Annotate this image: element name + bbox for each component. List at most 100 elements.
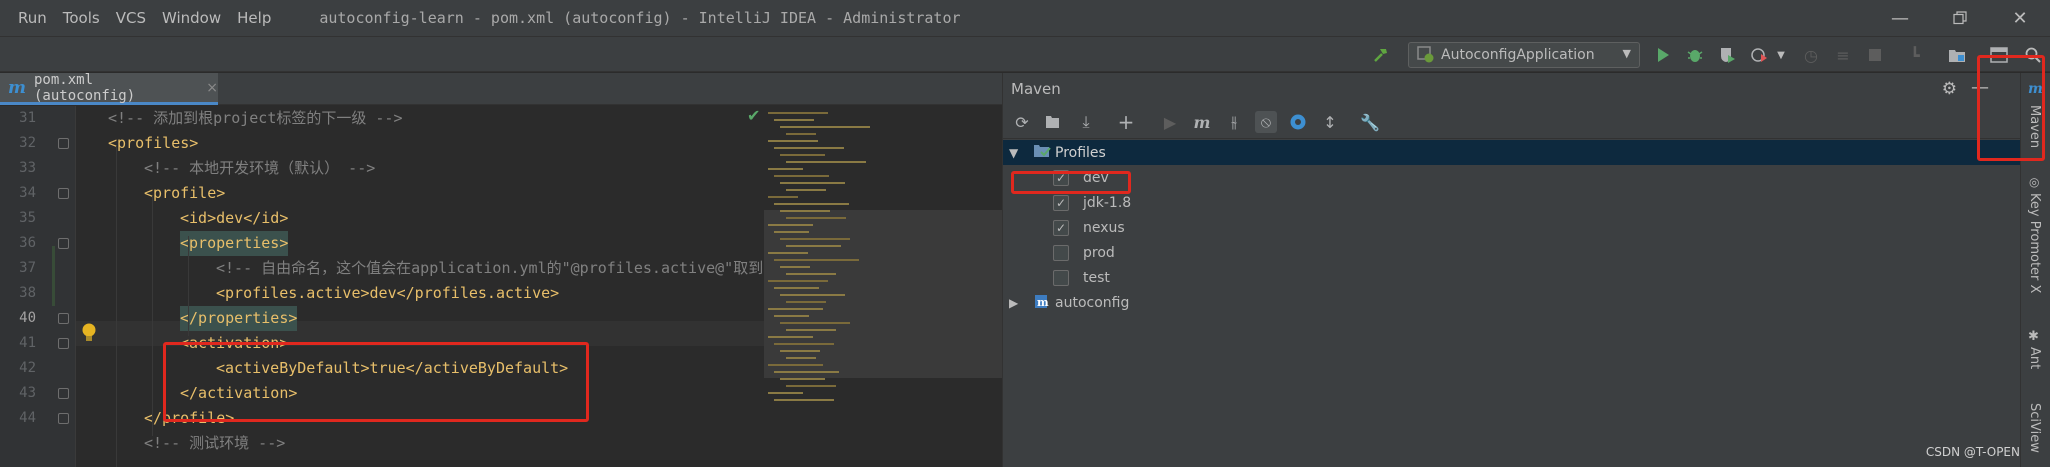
minimap-stroke: [768, 308, 823, 310]
minimap-stroke: [786, 189, 826, 191]
attach-debugger-icon[interactable]: ◷: [1800, 44, 1822, 66]
profile-prod-checkbox[interactable]: [1053, 244, 1069, 261]
stripe-key-promoter[interactable]: Key Promoter X: [2027, 193, 2042, 293]
minimap-stroke: [786, 273, 836, 275]
fold-marker-icon[interactable]: [58, 238, 69, 249]
code-line: 31 <!-- 添加到根project标签的下一级 -->: [0, 106, 760, 131]
tab-pom-xml[interactable]: m pom.xml (autoconfig) ×: [0, 72, 218, 105]
fold-marker-icon[interactable]: [58, 313, 69, 324]
line-number: 44: [19, 410, 36, 426]
project-structure-icon[interactable]: [1946, 44, 1968, 66]
title-bar: Run Tools VCS Window Help autoconfig-lea…: [0, 0, 2050, 36]
menu-window[interactable]: Window: [154, 9, 229, 27]
show-dependencies-icon[interactable]: [1287, 111, 1309, 133]
fold-marker-icon[interactable]: [58, 338, 69, 349]
minimap-stroke: [768, 168, 803, 170]
watermark: CSDN @T-OPEN: [1925, 445, 2020, 459]
minimap-stroke: [768, 196, 798, 198]
inspection-ok-icon[interactable]: ✔: [747, 106, 760, 125]
run-configuration-select[interactable]: AutoconfigApplication ▼: [1408, 42, 1640, 68]
window-title: autoconfig-learn - pom.xml (autoconfig) …: [319, 9, 961, 27]
window-controls: — ✕: [1870, 0, 2050, 36]
profile-test[interactable]: test: [1003, 265, 2021, 290]
menu-vcs[interactable]: VCS: [108, 9, 154, 27]
profile-jdk-label: jdk-1.8: [1083, 194, 1132, 211]
code-line: 35 <id>dev</id>: [0, 206, 760, 231]
line-number: 42: [19, 360, 36, 376]
profile-jdk[interactable]: ✓ jdk-1.8: [1003, 190, 2021, 215]
close-icon[interactable]: ×: [206, 80, 218, 96]
minimap-stroke: [774, 119, 814, 121]
fold-marker-icon[interactable]: [58, 138, 69, 149]
build-hammer-icon[interactable]: [1370, 44, 1392, 66]
minimap-stroke: [774, 287, 819, 289]
toggle-offline-icon[interactable]: ⫳: [1223, 111, 1245, 133]
profiles-icon: [1033, 143, 1053, 163]
lightbulb-icon[interactable]: [80, 322, 98, 344]
coverage-icon[interactable]: [1716, 44, 1738, 66]
add-maven-projects-icon[interactable]: [1043, 111, 1065, 133]
maven-title: Maven: [1011, 80, 1061, 98]
restore-icon[interactable]: [1930, 0, 1990, 36]
profile-nexus[interactable]: ✓ nexus: [1003, 215, 2021, 240]
expand-arrow-icon[interactable]: ▶: [1009, 296, 1023, 310]
run-icon[interactable]: [1652, 44, 1674, 66]
profile-run-icon[interactable]: [1748, 44, 1770, 66]
minimap-stroke: [768, 280, 828, 282]
tree-node-autoconfig[interactable]: ▶ m autoconfig: [1003, 290, 2021, 315]
minimap-stroke: [774, 343, 834, 345]
minimize-icon[interactable]: —: [1870, 0, 1930, 36]
maven-file-icon: m: [8, 77, 26, 98]
reload-icon[interactable]: ⟳: [1011, 111, 1033, 133]
menu-bar: Run Tools VCS Window Help: [0, 9, 279, 27]
tree-node-profiles[interactable]: ▼ Profiles: [1003, 140, 2021, 165]
code-line: <!-- 测试环境 -->: [0, 431, 760, 456]
maven-settings-wrench-icon[interactable]: 🔧: [1359, 111, 1381, 133]
close-window-icon[interactable]: ✕: [1990, 0, 2050, 36]
stop-icon[interactable]: [1864, 44, 1886, 66]
fold-marker-icon[interactable]: [58, 413, 69, 424]
code-minimap[interactable]: [764, 106, 1002, 467]
minimap-stroke: [774, 231, 809, 233]
download-sources-icon[interactable]: ⤓: [1075, 111, 1097, 133]
code-text: <profiles.active>dev</profiles.active>: [216, 284, 560, 302]
menu-help[interactable]: Help: [229, 9, 279, 27]
ant-icon: ✱: [2028, 329, 2039, 344]
code-text: <!-- 测试环境 -->: [144, 434, 286, 452]
minimap-stroke: [786, 133, 816, 135]
chevron-down-icon[interactable]: ▼: [1770, 44, 1792, 66]
profile-dev[interactable]: ✓ dev: [1003, 165, 2021, 190]
profile-jdk-checkbox[interactable]: ✓: [1053, 194, 1069, 211]
svg-text:m: m: [1037, 296, 1049, 309]
key-promoter-icon: ◎: [2029, 175, 2040, 189]
stripe-sciview[interactable]: SciView: [2027, 403, 2042, 453]
collapse-all-icon[interactable]: ↕: [1319, 111, 1341, 133]
menu-tools[interactable]: Tools: [55, 9, 108, 27]
chevron-down-icon: ▼: [1622, 47, 1631, 60]
profile-nexus-checkbox[interactable]: ✓: [1053, 219, 1069, 236]
stripe-ant[interactable]: Ant: [2027, 347, 2042, 369]
minimap-stroke: [780, 294, 845, 296]
profile-prod[interactable]: prod: [1003, 240, 2021, 265]
line-number: 36: [19, 235, 36, 251]
minimap-stroke: [768, 336, 813, 338]
fold-marker-icon[interactable]: [58, 188, 69, 199]
expand-arrow-icon[interactable]: ▼: [1009, 146, 1023, 160]
annotation-activation-box: [163, 342, 589, 422]
run-maven-build-icon[interactable]: ▶: [1159, 111, 1181, 133]
minimap-stroke: [774, 315, 809, 317]
code-line: 33 <!-- 本地开发环境（默认） -->: [0, 156, 760, 181]
rerun-icon[interactable]: ≡: [1832, 44, 1854, 66]
debug-icon[interactable]: [1684, 44, 1706, 66]
vcs-icon[interactable]: ┗: [1904, 44, 1926, 66]
line-number: 32: [19, 135, 36, 151]
add-icon[interactable]: +: [1115, 110, 1137, 134]
skip-tests-icon[interactable]: ⦸: [1255, 111, 1277, 133]
menu-run[interactable]: Run: [10, 9, 55, 27]
settings-gear-icon[interactable]: ⚙: [1942, 79, 1957, 99]
execute-goal-icon[interactable]: m: [1191, 111, 1213, 133]
profile-test-checkbox[interactable]: [1053, 269, 1069, 286]
maven-projects-tree: ▼ Profiles ✓ dev ✓ jdk-1.8 ✓ nexus prod …: [1003, 140, 2021, 467]
fold-marker-icon[interactable]: [58, 388, 69, 399]
minimap-stroke: [780, 322, 850, 324]
